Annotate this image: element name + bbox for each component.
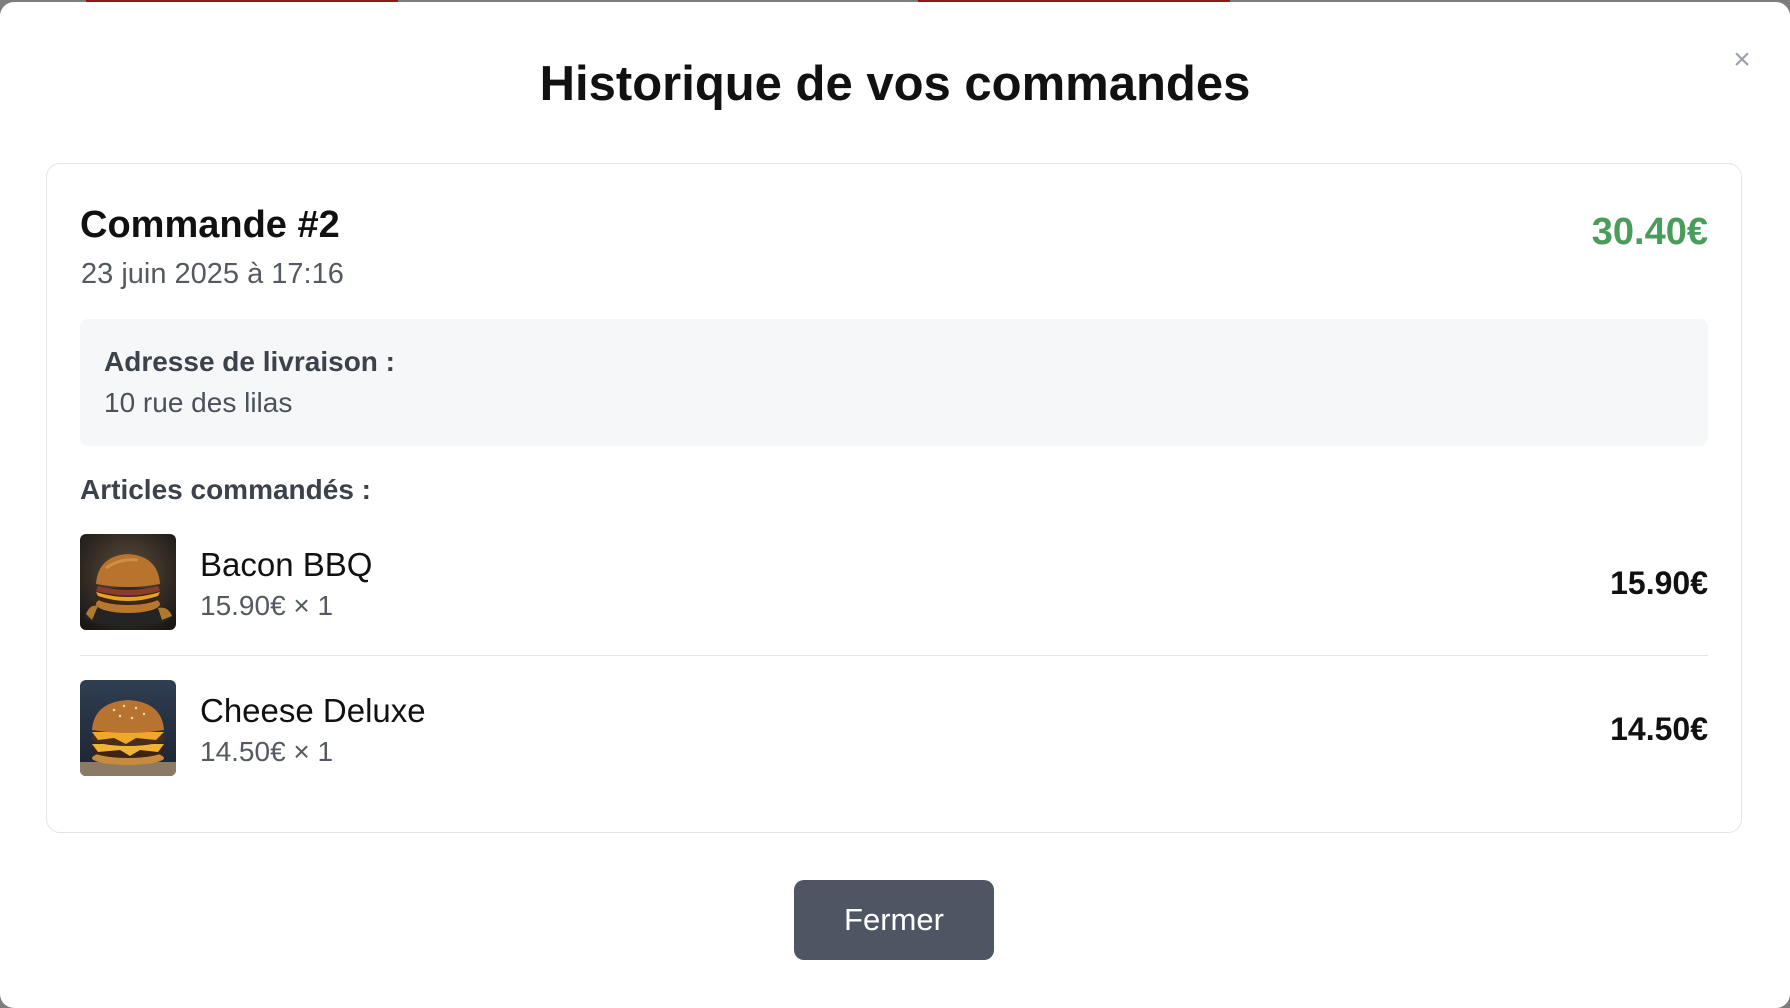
delivery-address-value: 10 rue des lilas <box>104 387 293 418</box>
order-date: 23 juin 2025 à 17:16 <box>81 258 344 290</box>
close-button[interactable]: Fermer <box>794 880 994 960</box>
item-unit-price-quantity: 14.50€ × 1 <box>200 736 334 767</box>
order-card: Commande #2 23 juin 2025 à 17:16 30.40€ … <box>46 163 1742 833</box>
item-price: 15.90€ <box>1610 565 1708 601</box>
ordered-items-label: Articles commandés : <box>80 474 371 505</box>
list-item: Bacon BBQ 15.90€ × 1 15.90€ <box>80 534 1708 656</box>
delivery-address-label: Adresse de livraison : <box>104 346 396 377</box>
order-total: 30.40€ <box>1591 211 1708 253</box>
delivery-address-box: Adresse de livraison : 10 rue des lilas <box>80 319 1708 446</box>
modal-title: Historique de vos commandes <box>539 57 1251 111</box>
cheese-deluxe-burger-image <box>80 680 176 776</box>
order-history-modal: × Historique de vos commandes Commande #… <box>0 2 1790 1008</box>
item-unit-price-quantity: 15.90€ × 1 <box>200 590 334 621</box>
bacon-bbq-burger-image <box>80 534 176 630</box>
order-title: Commande #2 <box>80 204 340 246</box>
item-name: Bacon BBQ <box>200 546 373 583</box>
item-name: Cheese Deluxe <box>200 692 426 729</box>
item-price: 14.50€ <box>1610 711 1708 747</box>
list-item: Cheese Deluxe 14.50€ × 1 14.50€ <box>80 680 1708 800</box>
